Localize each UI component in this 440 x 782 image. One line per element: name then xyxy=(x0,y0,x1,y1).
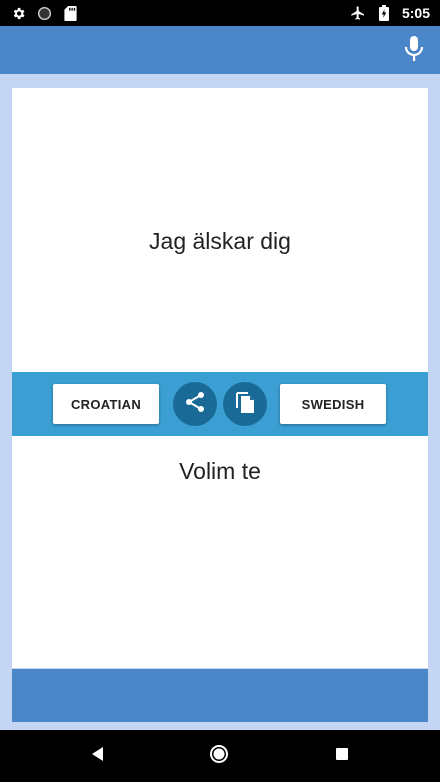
source-language-button[interactable]: CROATIAN xyxy=(53,384,159,424)
language-toolbar: CROATIAN SWEDISH xyxy=(12,372,428,436)
status-bar: 5:05 xyxy=(0,0,440,26)
target-language-button[interactable]: SWEDISH xyxy=(280,384,386,424)
back-button[interactable] xyxy=(88,746,108,766)
navigation-bar xyxy=(0,730,440,782)
circle-icon xyxy=(36,5,52,21)
microphone-icon xyxy=(404,35,424,67)
app-bar xyxy=(0,26,440,74)
share-icon xyxy=(183,390,207,419)
gear-icon xyxy=(10,5,26,21)
microphone-button[interactable] xyxy=(402,35,426,67)
back-icon xyxy=(90,746,106,767)
recent-apps-button[interactable] xyxy=(332,746,352,766)
share-button[interactable] xyxy=(173,382,217,426)
status-icons-left xyxy=(10,5,78,21)
recent-apps-icon xyxy=(334,746,350,767)
copy-button[interactable] xyxy=(223,382,267,426)
bottom-banner xyxy=(12,669,428,722)
status-icons-right: 5:05 xyxy=(350,5,430,21)
sd-card-icon xyxy=(62,5,78,21)
home-button[interactable] xyxy=(209,744,229,769)
translator-frame: Jag älskar dig CROATIAN SWEDISH Volim te xyxy=(0,74,440,730)
source-text: Jag älskar dig xyxy=(149,228,291,254)
airplane-icon xyxy=(350,5,366,21)
copy-icon xyxy=(234,390,256,419)
translated-text-panel: Volim te xyxy=(12,436,428,668)
status-time: 5:05 xyxy=(401,5,430,21)
translated-text: Volim te xyxy=(179,458,261,484)
home-icon xyxy=(209,744,229,769)
source-text-panel[interactable]: Jag älskar dig xyxy=(12,88,428,372)
battery-icon xyxy=(376,5,392,21)
